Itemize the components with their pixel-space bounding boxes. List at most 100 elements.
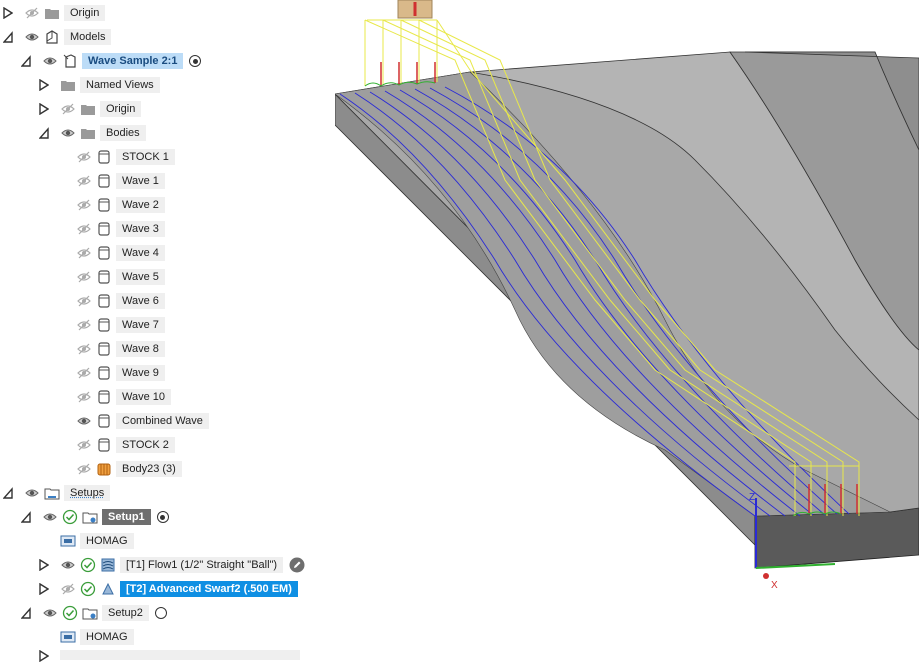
eye-hidden-icon[interactable] — [76, 197, 92, 213]
tree-label-op1[interactable]: [T1] Flow1 (1/2" Straight "Ball") — [120, 557, 284, 573]
body-list-item[interactable]: Combined Wave — [76, 410, 209, 432]
canvas-viewport[interactable]: Z X — [334, 0, 919, 656]
collapse-arrow-icon[interactable] — [21, 511, 31, 523]
body-list-item[interactable]: Wave 2 — [76, 194, 165, 216]
tree-label-setup2[interactable]: Setup2 — [102, 605, 149, 621]
body-list-item[interactable]: Wave 7 — [76, 314, 165, 336]
eye-hidden-icon[interactable] — [76, 269, 92, 285]
activate-radio[interactable] — [154, 607, 167, 619]
eye-hidden-icon[interactable] — [76, 389, 92, 405]
body-item-label[interactable]: Wave 4 — [116, 245, 165, 261]
eye-hidden-icon[interactable] — [76, 173, 92, 189]
body-item-label[interactable]: Combined Wave — [116, 413, 209, 429]
body-item-label[interactable]: STOCK 1 — [116, 149, 175, 165]
tree-row-homag2[interactable]: HOMAG — [60, 626, 134, 648]
body-list-item[interactable]: Wave 5 — [76, 266, 165, 288]
body-item-label[interactable]: Wave 2 — [116, 197, 165, 213]
body-item-label[interactable]: Wave 6 — [116, 293, 165, 309]
models-icon — [46, 30, 58, 44]
body-item-label[interactable]: Wave 3 — [116, 221, 165, 237]
collapse-arrow-icon[interactable] — [3, 487, 13, 499]
expand-arrow-icon[interactable] — [39, 103, 49, 115]
eye-icon[interactable] — [42, 605, 58, 621]
body-list-item[interactable]: Body23 (3) — [76, 458, 182, 480]
eye-hidden-icon[interactable] — [24, 5, 40, 21]
check-icon — [80, 557, 96, 573]
tree-row-partial-bg — [60, 650, 300, 660]
tree-label-setup1[interactable]: Setup1 — [102, 509, 151, 525]
eye-hidden-icon[interactable] — [76, 365, 92, 381]
body-item-label[interactable]: Wave 9 — [116, 365, 165, 381]
tree-row-setup1-content: Setup1 — [42, 506, 169, 528]
body-icon — [98, 438, 110, 452]
expand-arrow-icon[interactable] — [39, 583, 49, 595]
eye-hidden-icon[interactable] — [76, 245, 92, 261]
tree-label-origin-top[interactable]: Origin — [64, 5, 106, 21]
tree-row-origin-content: Origin — [60, 98, 142, 120]
tree-label-homag1[interactable]: HOMAG — [80, 533, 134, 549]
body-list-item[interactable]: Wave 10 — [76, 386, 172, 408]
eye-hidden-icon[interactable] — [60, 101, 76, 117]
activate-radio[interactable] — [189, 55, 202, 67]
tree-label-model[interactable]: Wave Sample 2:1 — [82, 53, 184, 69]
collapse-arrow-icon[interactable] — [3, 31, 13, 43]
eye-hidden-icon[interactable] — [76, 437, 92, 453]
eye-hidden-icon[interactable] — [76, 341, 92, 357]
activate-radio[interactable] — [156, 511, 169, 523]
flow-operation-icon — [101, 558, 115, 572]
tree-label-op2[interactable]: [T2] Advanced Swarf2 (.500 EM) — [120, 581, 298, 597]
body-icon — [98, 270, 110, 284]
body-list-item[interactable]: STOCK 1 — [76, 146, 175, 168]
body-item-label[interactable]: Wave 8 — [116, 341, 165, 357]
collapse-arrow-icon[interactable] — [39, 127, 49, 139]
collapse-arrow-icon[interactable] — [21, 607, 31, 619]
body-list-item[interactable]: Wave 9 — [76, 362, 165, 384]
edit-pencil-icon[interactable] — [289, 557, 305, 573]
tree-label-origin[interactable]: Origin — [100, 101, 142, 117]
eye-hidden-icon[interactable] — [76, 461, 92, 477]
tree-label-bodies[interactable]: Bodies — [100, 125, 146, 141]
tree-row-bodies-content: Bodies — [60, 122, 146, 144]
eye-icon[interactable] — [24, 485, 40, 501]
expand-arrow-icon[interactable] — [39, 79, 49, 91]
expand-arrow-icon[interactable] — [39, 559, 49, 571]
eye-icon[interactable] — [60, 125, 76, 141]
tree-row-setups-content: Setups — [24, 482, 111, 504]
body-item-label[interactable]: Wave 1 — [116, 173, 165, 189]
eye-icon[interactable] — [24, 29, 40, 45]
body-icon — [98, 246, 110, 260]
tree-row-models-content: Models — [24, 26, 112, 48]
tree-label-homag2[interactable]: HOMAG — [80, 629, 134, 645]
body-item-label[interactable]: Body23 (3) — [116, 461, 182, 477]
tree-label-setups[interactable]: Setups — [64, 485, 111, 501]
browser-tree: Origin Models Wave Sample 2:1 Named View… — [0, 0, 335, 662]
collapse-arrow-icon[interactable] — [21, 55, 31, 67]
tree-row-homag1[interactable]: HOMAG — [60, 530, 134, 552]
tree-label-named-views[interactable]: Named Views — [80, 77, 160, 93]
eye-hidden-icon[interactable] — [76, 317, 92, 333]
eye-hidden-icon[interactable] — [76, 293, 92, 309]
body-group-icon — [97, 463, 111, 476]
body-list-item[interactable]: Wave 6 — [76, 290, 165, 312]
eye-hidden-icon[interactable] — [76, 149, 92, 165]
expand-arrow-icon[interactable] — [39, 650, 49, 662]
eye-icon[interactable] — [42, 509, 58, 525]
body-item-label[interactable]: Wave 10 — [116, 389, 172, 405]
eye-hidden-icon[interactable] — [76, 221, 92, 237]
machine-icon — [60, 535, 76, 547]
model-canvas[interactable]: Z X — [334, 0, 919, 656]
body-list-item[interactable]: Wave 1 — [76, 170, 165, 192]
body-list-item[interactable]: STOCK 2 — [76, 434, 175, 456]
eye-hidden-icon[interactable] — [60, 581, 76, 597]
expand-arrow-icon[interactable] — [3, 7, 13, 19]
eye-icon[interactable] — [42, 53, 58, 69]
body-list-item[interactable]: Wave 8 — [76, 338, 165, 360]
body-item-label[interactable]: Wave 5 — [116, 269, 165, 285]
tree-label-models[interactable]: Models — [64, 29, 112, 45]
body-list-item[interactable]: Wave 4 — [76, 242, 165, 264]
eye-icon[interactable] — [76, 413, 92, 429]
body-item-label[interactable]: STOCK 2 — [116, 437, 175, 453]
body-item-label[interactable]: Wave 7 — [116, 317, 165, 333]
body-list-item[interactable]: Wave 3 — [76, 218, 165, 240]
eye-icon[interactable] — [60, 557, 76, 573]
